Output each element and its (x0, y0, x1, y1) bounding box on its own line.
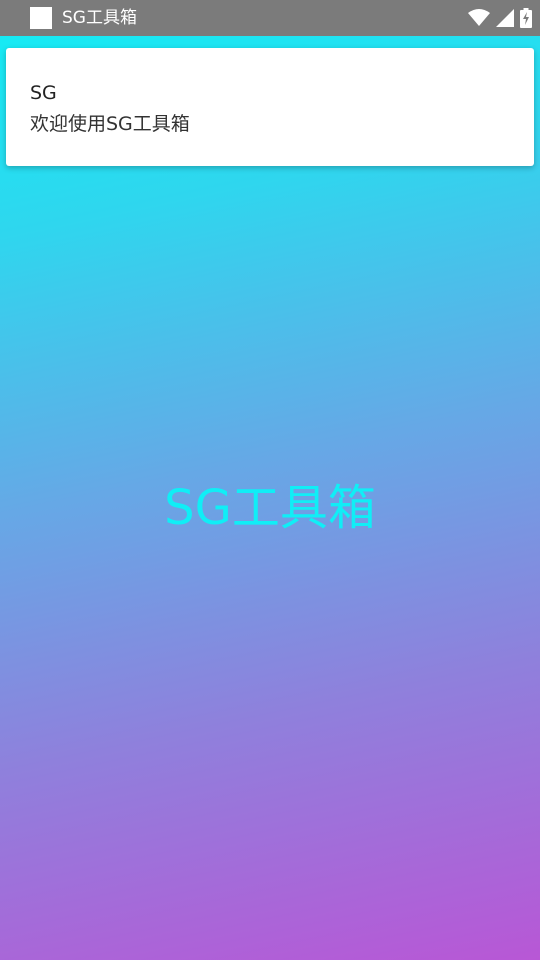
wifi-icon (468, 9, 490, 27)
app-icon (30, 7, 52, 29)
signal-icon (496, 9, 514, 27)
notification-card[interactable]: SG 欢迎使用SG工具箱 (6, 48, 534, 166)
status-icons (468, 6, 532, 30)
app-screen: SG工具箱 SG 欢迎使用SG工具箱 SG工具箱 (0, 0, 540, 960)
battery-charging-icon (520, 8, 532, 28)
status-bar-app-title: SG工具箱 (62, 8, 137, 28)
notification-text: 欢迎使用SG工具箱 (30, 113, 190, 135)
main-title: SG工具箱 (164, 480, 376, 536)
status-bar: SG工具箱 (0, 0, 540, 36)
notification-title: SG (30, 82, 57, 104)
